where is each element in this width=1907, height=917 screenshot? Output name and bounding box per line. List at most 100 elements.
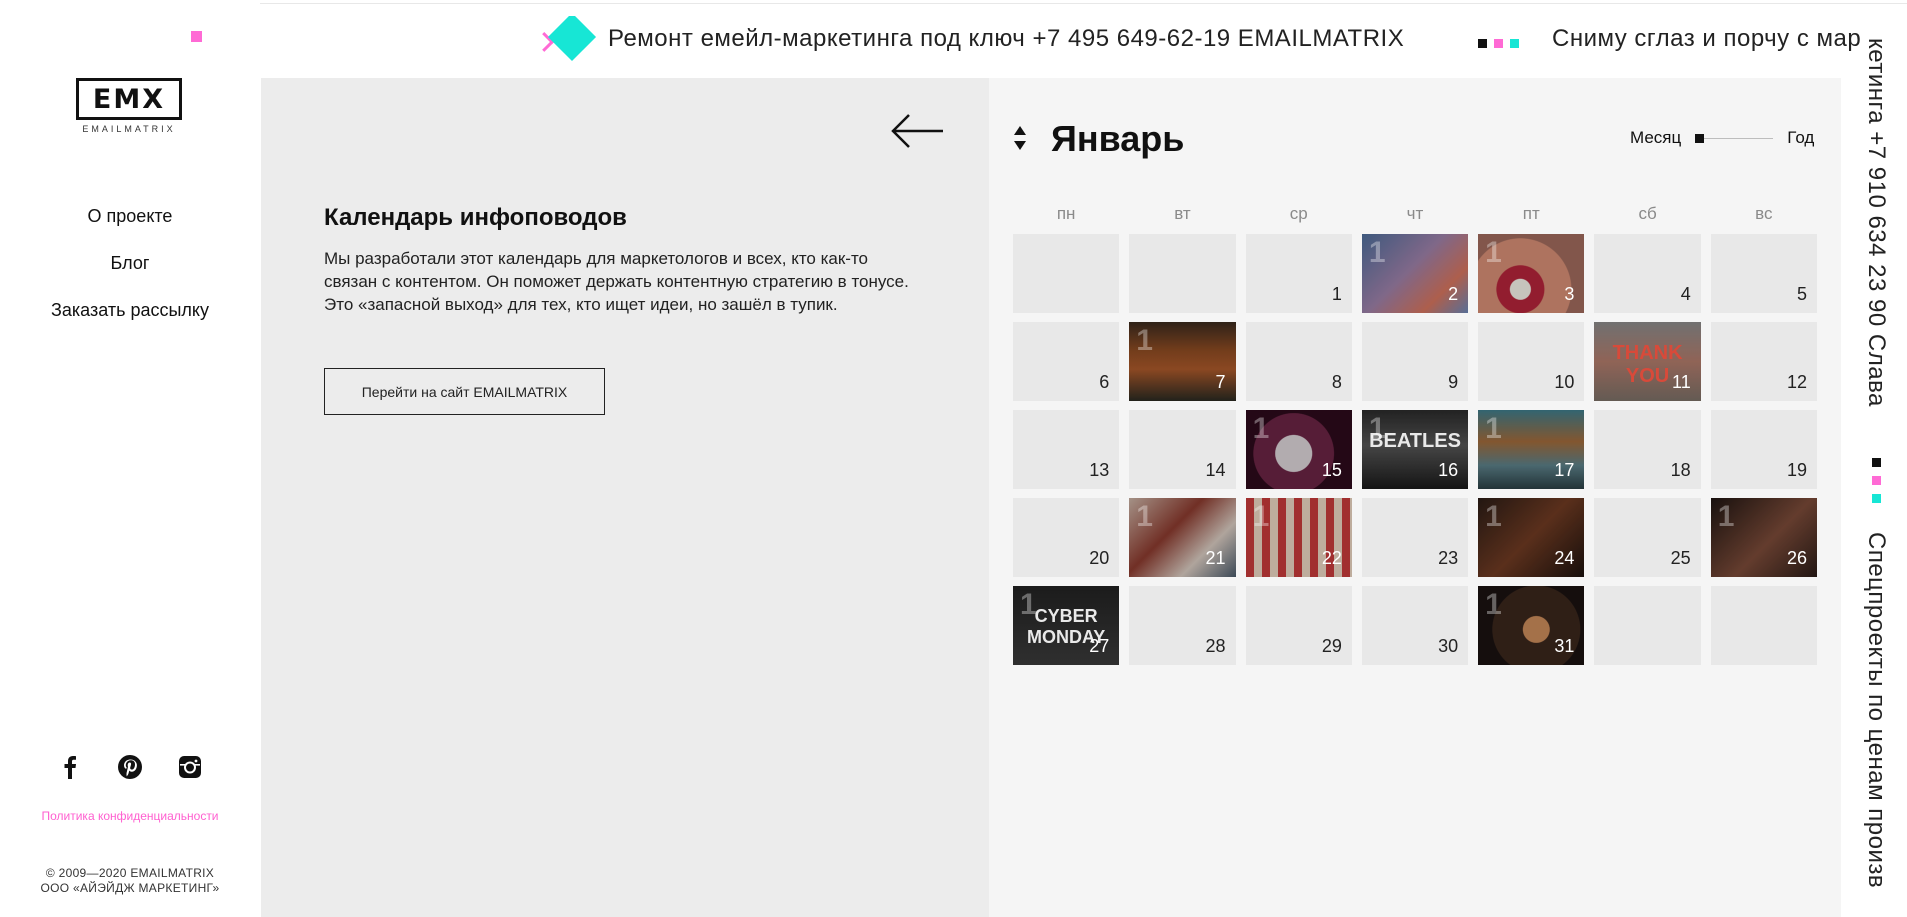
side-marquee-text-2: Спецпроекты по ценам произв <box>1863 532 1890 889</box>
calendar-day-22[interactable]: 1 22 <box>1245 498 1352 577</box>
nav-order-mailing[interactable]: Заказать рассылку <box>0 297 260 344</box>
calendar-panel: Январь Месяц Год пн вт ср чт пт сб вс 11… <box>989 78 1841 917</box>
day-number: 20 <box>1089 548 1110 568</box>
sidebar: EMX EMAILMATRIX О проекте Блог Заказать … <box>0 0 260 917</box>
copyright-line: © 2009—2020 EMAILMATRIX <box>45 866 215 880</box>
arrow-up-icon[interactable] <box>1014 126 1026 135</box>
facebook-icon[interactable] <box>55 752 85 782</box>
calendar-day-29[interactable]: 29 <box>1245 586 1352 665</box>
day-number: 17 <box>1554 460 1575 480</box>
calendar-day-27[interactable]: CYBER MONDAY 1 27 <box>1013 586 1120 665</box>
calendar-day-17[interactable]: 1 17 <box>1478 410 1585 489</box>
day-number: 18 <box>1670 460 1691 480</box>
day-number: 1 <box>1331 284 1342 304</box>
calendar-day-15[interactable]: 1 15 <box>1245 410 1352 489</box>
calendar-day-1[interactable]: 1 <box>1245 234 1352 313</box>
company-line: ООО «АЙЭЙДЖ МАРКЕТИНГ» <box>40 881 220 895</box>
diamond-decoration-icon <box>547 16 597 62</box>
day-number: 14 <box>1205 460 1226 480</box>
calendar-day-7[interactable]: 17 <box>1129 322 1236 401</box>
day-number: 22 <box>1321 548 1342 568</box>
view-slider[interactable] <box>1695 128 1774 148</box>
event-count-badge: 1 <box>1368 412 1386 445</box>
view-toggle[interactable]: Месяц Год <box>1630 128 1814 148</box>
calendar-day-5[interactable]: 5 <box>1710 234 1817 313</box>
calendar-day-6[interactable]: 6 <box>1013 322 1120 401</box>
weekday-label: ср <box>1289 204 1308 223</box>
day-number: 30 <box>1438 636 1459 656</box>
event-count-badge: 1 <box>1485 236 1502 269</box>
calendar-cell-empty <box>1710 586 1817 665</box>
go-to-site-button[interactable]: Перейти на сайт EMAILMATRIX <box>324 368 605 415</box>
social-links <box>55 752 205 782</box>
calendar-day-8[interactable]: 8 <box>1245 322 1352 401</box>
privacy-policy-link[interactable]: Политика конфиденциальности <box>0 809 260 824</box>
weekday-label: сб <box>1638 204 1657 223</box>
calendar-day-3[interactable]: 13 <box>1478 234 1585 313</box>
squares-decoration <box>1478 39 1519 48</box>
calendar-day-14[interactable]: 14 <box>1129 410 1236 489</box>
weekday-label: вс <box>1755 204 1773 223</box>
view-month-label[interactable]: Месяц <box>1630 128 1681 148</box>
calendar-day-28[interactable]: 28 <box>1129 586 1236 665</box>
calendar-day-10[interactable]: 10 <box>1478 322 1585 401</box>
calendar-day-11[interactable]: THANK YOU 11 <box>1594 322 1701 401</box>
top-marquee: Ремонт емейл-маркетинга под ключ +7 495 … <box>530 16 1880 66</box>
side-marquee: кетинга +7 910 634 23 90 Слава Спецпроек… <box>1852 38 1902 917</box>
day-number: 29 <box>1321 636 1342 656</box>
day-number: 24 <box>1554 548 1575 568</box>
weekday-header: пн вт ср чт пт сб вс <box>1013 204 1817 224</box>
copyright: © 2009—2020 EMAILMATRIX ООО «АЙЭЙДЖ МАРК… <box>0 866 260 896</box>
calendar-day-9[interactable]: 9 <box>1361 322 1469 401</box>
view-slider-knob[interactable] <box>1695 134 1705 143</box>
page-title: Календарь инфоповодов <box>324 204 627 231</box>
calendar-day-25[interactable]: 25 <box>1594 498 1701 577</box>
marquee-text: Ремонт емейл-маркетинга под ключ +7 495 … <box>608 25 1405 52</box>
month-title: Январь <box>1051 118 1185 159</box>
back-arrow-icon[interactable] <box>889 111 945 151</box>
day-number: 11 <box>1672 372 1691 392</box>
calendar-day-18[interactable]: 18 <box>1594 410 1701 489</box>
instagram-icon[interactable] <box>175 752 205 782</box>
arrow-down-icon[interactable] <box>1014 141 1026 150</box>
calendar-day-2[interactable]: 12 <box>1361 234 1469 313</box>
day-number: 7 <box>1215 372 1226 392</box>
day-number: 21 <box>1205 548 1226 568</box>
day-number: 9 <box>1448 372 1459 392</box>
calendar-day-12[interactable]: 12 <box>1710 322 1817 401</box>
view-year-label[interactable]: Год <box>1787 128 1814 148</box>
calendar-day-20[interactable]: 20 <box>1013 498 1120 577</box>
nav-about[interactable]: О проекте <box>0 203 260 250</box>
calendar-day-16[interactable]: BEATLES 1 16 <box>1361 410 1469 489</box>
day-number: 10 <box>1554 372 1575 392</box>
calendar-day-24[interactable]: 1 24 <box>1478 498 1585 577</box>
pinterest-icon[interactable] <box>115 752 145 782</box>
day-number: 19 <box>1786 460 1807 480</box>
month-switcher[interactable] <box>1013 126 1027 154</box>
day-number: 2 <box>1448 284 1459 304</box>
calendar-day-19[interactable]: 19 <box>1710 410 1817 489</box>
calendar-day-30[interactable]: 30 <box>1361 586 1469 665</box>
calendar-day-31[interactable]: 1 31 <box>1478 586 1585 665</box>
day-number: 23 <box>1438 548 1459 568</box>
intro-panel: Календарь инфоповодов Мы разработали это… <box>261 78 989 917</box>
day-number: 28 <box>1205 636 1226 656</box>
weekday-label: пт <box>1522 204 1540 223</box>
calendar-day-26[interactable]: 1 26 <box>1710 498 1817 577</box>
logo-name: EMAILMATRIX <box>82 124 176 134</box>
calendar-day-4[interactable]: 4 <box>1594 234 1701 313</box>
event-count-badge: 1 <box>1252 412 1270 445</box>
day-number: 5 <box>1796 284 1807 304</box>
calendar-cell-empty <box>1013 234 1120 313</box>
calendar-day-13[interactable]: 13 <box>1013 410 1120 489</box>
calendar-day-23[interactable]: 23 <box>1361 498 1469 577</box>
day-number: 16 <box>1438 460 1459 480</box>
nav-blog[interactable]: Блог <box>0 250 260 297</box>
event-count-badge: 1 <box>1020 588 1037 621</box>
day-number: 27 <box>1089 636 1110 656</box>
day-number: 15 <box>1321 460 1342 480</box>
calendar-day-21[interactable]: 1 21 <box>1129 498 1236 577</box>
square-decoration <box>1872 494 1881 503</box>
logo[interactable]: EMX EMAILMATRIX <box>76 78 182 134</box>
day-number: 3 <box>1564 284 1575 304</box>
